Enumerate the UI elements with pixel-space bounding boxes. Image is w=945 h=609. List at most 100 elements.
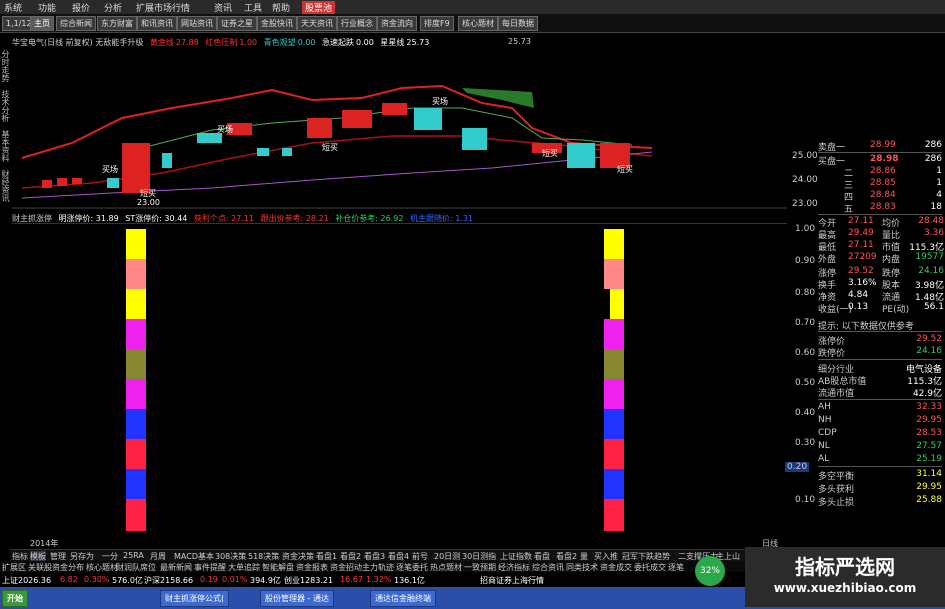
tab-finance-news[interactable]: 财经资讯 xyxy=(1,170,11,202)
tab-events[interactable]: 事件提醒 xyxy=(194,562,226,573)
indicator-item: 补仓价参考: 26.92 xyxy=(335,214,404,223)
buy-price: 28.85 xyxy=(870,178,896,188)
tab-move[interactable]: 资金招动 xyxy=(330,562,362,573)
taskbar-item[interactable]: 股份管理器 - 通达 xyxy=(260,590,334,607)
tab-25ra[interactable]: 25RA xyxy=(123,551,144,560)
menu-quote[interactable]: 报价 xyxy=(72,1,90,14)
chart-title: 华宝电气(日线 前复权) 无敌能手升级 xyxy=(12,38,144,47)
tab-eastmoney[interactable]: 东方财富 xyxy=(97,16,137,31)
position-label: 多头获利 xyxy=(818,485,855,495)
industry-label: 流通市值 xyxy=(818,389,855,399)
tab-tick2[interactable]: 逐笔 xyxy=(668,562,684,573)
index-change: 6.82 xyxy=(60,575,78,584)
year-label: 2014年 xyxy=(30,539,59,548)
tab-f9[interactable]: 排度F9 xyxy=(420,16,454,31)
tab-news[interactable]: 综合新闻 xyxy=(56,16,96,31)
candle xyxy=(42,180,52,188)
indicator-axis-label: 0.40 xyxy=(795,408,816,418)
taskbar-item[interactable]: 通达信金融终端 xyxy=(370,590,436,607)
tab-daily[interactable]: 天天资讯 xyxy=(297,16,337,31)
menu-news[interactable]: 资讯 xyxy=(214,1,232,14)
pivot-value: 28.53 xyxy=(916,428,942,438)
tab-similar[interactable]: 同类技术 xyxy=(566,562,598,573)
tab-home[interactable]: 主页 xyxy=(30,16,54,31)
tab-hot[interactable]: 热点题材 xyxy=(430,562,462,573)
candle xyxy=(282,148,292,156)
candlestick-chart[interactable]: 买场 买场 短买 买场 短买 短买 短买 23.00 xyxy=(12,48,787,210)
tab-core[interactable]: 核心题材 xyxy=(86,562,118,573)
tab-report[interactable]: 资金报表 xyxy=(296,562,328,573)
index-pct: 0.01% xyxy=(222,575,248,584)
network-speed-ball[interactable]: 32% xyxy=(695,556,725,586)
tab-order-deal[interactable]: 委托成交 xyxy=(634,562,666,573)
index-amount: 136.1亿 xyxy=(394,576,425,585)
main-chart-header: 华宝电气(日线 前复权) 无敌能手升级 黄金线 27.88 红色压制 1.00 青色… xyxy=(12,37,429,48)
tab-web[interactable]: 网站资讯 xyxy=(177,16,217,31)
quote-value: 29.49 xyxy=(848,228,874,238)
pivot-value: 32.33 xyxy=(916,402,942,412)
tab-fund-dist[interactable]: 资金分布 xyxy=(52,562,84,573)
signal-bar xyxy=(126,379,146,409)
industry-row: 流通市值 42.9亿 xyxy=(818,386,942,399)
indicator-axis-label: 0.60 xyxy=(795,348,816,358)
menu-extended[interactable]: 扩展市场行情 xyxy=(136,1,190,14)
taskbar-item[interactable]: 财主抓涨停公式( xyxy=(160,590,230,607)
tab-daily-data[interactable]: 每日数据 xyxy=(498,16,538,31)
tab-core-theme[interactable]: 核心题材 xyxy=(458,16,498,31)
tab-forecast[interactable]: 一致预期 xyxy=(464,562,496,573)
tab-hexun[interactable]: 和讯资讯 xyxy=(137,16,177,31)
buy-row: 买盘一 28.98 286 xyxy=(818,154,942,167)
signal-bar xyxy=(126,349,146,379)
tab-extension[interactable]: 扩展区 xyxy=(2,562,26,573)
start-button[interactable]: 开始 xyxy=(2,590,28,607)
industry-row: AB股总市值 115.3亿 xyxy=(818,374,942,387)
indicator-axis-label: 1.00 xyxy=(795,224,816,234)
position-value: 25.88 xyxy=(916,495,942,505)
position-value: 29.95 xyxy=(916,482,942,492)
tab-economy[interactable]: 经济指标 xyxy=(498,562,530,573)
index-hs[interactable]: 沪深2158.66 xyxy=(144,575,193,586)
tab-latest-news[interactable]: 最新新闻 xyxy=(160,562,192,573)
tab-tick[interactable]: 逐笔委托 xyxy=(396,562,428,573)
position-row: 多头获利 29.95 xyxy=(818,482,942,495)
index-cy[interactable]: 创业1283.21 xyxy=(284,575,333,586)
quote-row: 收益(一) 0.13 PE(动) 56.1 xyxy=(818,302,944,315)
header-item-label: 星星线 xyxy=(380,38,405,47)
header-item-value: 0.00 xyxy=(356,38,374,47)
tab-smart[interactable]: 智能解盘 xyxy=(262,562,294,573)
tab-goldstock[interactable]: 金股快讯 xyxy=(257,16,297,31)
index-sh[interactable]: 上证2026.36 xyxy=(2,575,51,586)
header-item-value: 0.00 xyxy=(297,38,316,47)
tab-capital-flow[interactable]: 资金流向 xyxy=(377,16,417,31)
divider xyxy=(818,152,942,153)
pivot-label: NH xyxy=(818,415,832,425)
tab-seats[interactable]: 财润队席位 xyxy=(116,562,156,573)
quote-grid: 今开 27.11 均价 28.48 最高 29.49 量比 3.36 最低 27… xyxy=(818,216,944,316)
tab-info[interactable]: 综合资讯 xyxy=(532,562,564,573)
tab-stockstar[interactable]: 证券之星 xyxy=(217,16,257,31)
menu-system[interactable]: 系统 xyxy=(4,1,22,14)
tab-track[interactable]: 主力轨迹 xyxy=(362,562,394,573)
extension-tab-bar: 扩展区 关联股 资金分布 核心题材 财润队席位 最新新闻 事件提醒 大单追踪 智… xyxy=(0,561,750,572)
indicator-panel[interactable] xyxy=(12,223,787,540)
stock-pool-badge[interactable]: 股票池 xyxy=(302,1,336,14)
menu-tools[interactable]: 工具 xyxy=(244,1,262,14)
toolbar: 1,1/12 主页 综合新闻 东方财富 和讯资讯 网站资讯 证券之星 金股快讯 … xyxy=(0,14,945,33)
divider xyxy=(818,359,942,360)
indicator-axis-label: 0.90 xyxy=(795,256,816,266)
tab-technical[interactable]: 技术分析 xyxy=(1,90,11,122)
tab-fundamental[interactable]: 基本资料 xyxy=(1,130,11,162)
tab-intraday[interactable]: 分时走势 xyxy=(1,50,11,82)
index-amount: 394.9亿 xyxy=(250,576,281,585)
ref-value: 24.16 xyxy=(916,346,942,356)
broker-label: 招商证券上海行情 xyxy=(480,576,544,585)
menu-analysis[interactable]: 分析 xyxy=(104,1,122,14)
tab-fund-deal[interactable]: 资金成交 xyxy=(600,562,632,573)
chart-annotation: 23.00 xyxy=(137,198,160,207)
tab-industry[interactable]: 行业概念 xyxy=(337,16,377,31)
menu-function[interactable]: 功能 xyxy=(38,1,56,14)
tab-big-order[interactable]: 大单追踪 xyxy=(228,562,260,573)
menu-help[interactable]: 帮助 xyxy=(272,1,290,14)
quote-row: 今开 27.11 均价 28.48 xyxy=(818,216,944,229)
tab-related[interactable]: 关联股 xyxy=(28,562,52,573)
